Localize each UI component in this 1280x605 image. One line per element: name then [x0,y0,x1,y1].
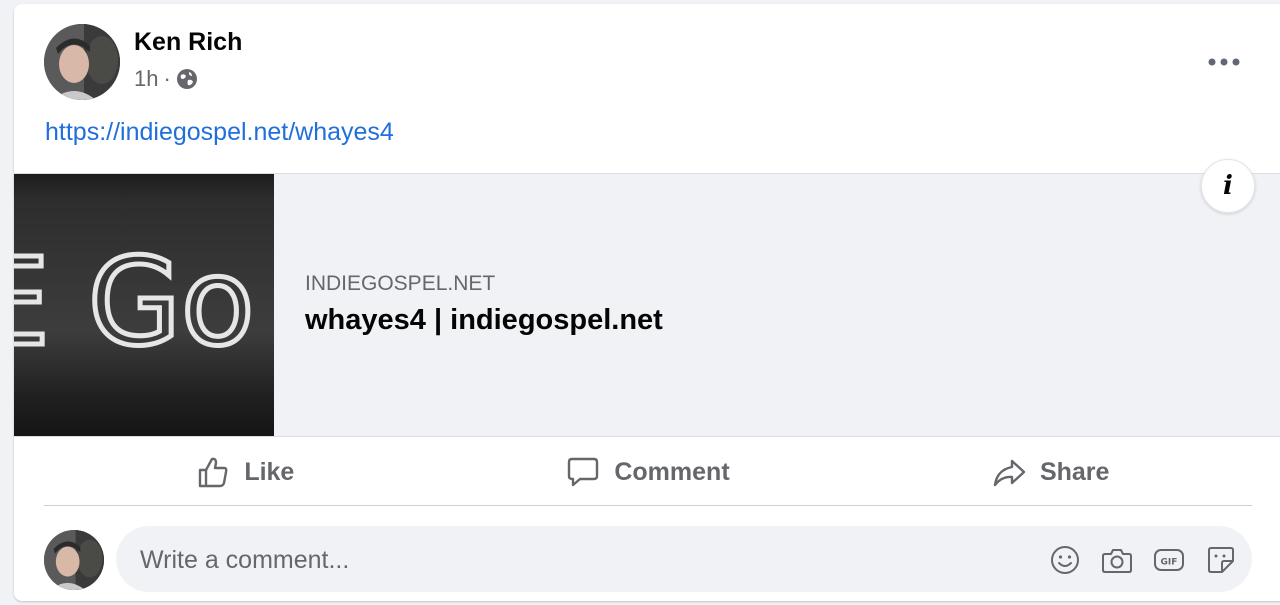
camera-icon[interactable] [1100,543,1134,577]
avatar-photo [44,530,104,590]
comment-tools: GIF [1048,543,1238,577]
post-meta: 1h · [134,66,198,92]
globe-icon[interactable] [176,68,198,90]
like-button[interactable]: Like [44,439,447,505]
preview-title[interactable]: whayes4 | indiegospel.net [305,304,663,337]
comment-composer: GIF [44,526,1252,594]
post-card: Ken Rich 1h · https://indiegospel.net/wh… [14,4,1280,601]
gif-icon[interactable]: GIF [1152,543,1186,577]
preview-image-text: E Go [14,234,254,373]
share-label: Share [1039,457,1110,486]
post-link[interactable]: https://indiegospel.net/whayes4 [45,118,394,147]
like-label: Like [244,457,295,486]
info-icon: i [1223,171,1233,201]
more-options-icon [1208,58,1240,66]
share-button[interactable]: Share [849,439,1252,505]
post-time[interactable]: 1h [134,66,158,92]
action-bar: Like Comment Share [44,439,1252,506]
comment-bubble-icon [568,457,599,487]
gif-label: GIF [1161,558,1178,568]
info-button[interactable]: i [1201,159,1255,213]
composer-avatar[interactable] [44,530,104,590]
author-avatar[interactable] [44,24,120,100]
meta-separator: · [163,66,171,91]
author-name[interactable]: Ken Rich [134,28,242,57]
preview-image: E Go [14,174,274,436]
comment-box: GIF [116,526,1252,594]
more-options-button[interactable] [1204,42,1244,82]
thumbs-up-icon [199,457,228,488]
link-preview[interactable]: E Go INDIEGOSPEL.NET whayes4 | indiegosp… [14,173,1280,437]
share-arrow-icon [993,459,1026,487]
preview-domain: INDIEGOSPEL.NET [305,272,496,295]
avatar-photo [44,24,120,100]
sticker-icon[interactable] [1204,543,1238,577]
comment-input[interactable] [138,526,1022,594]
emoji-icon[interactable] [1048,543,1082,577]
comment-button[interactable]: Comment [447,439,850,505]
comment-label: Comment [614,457,730,486]
